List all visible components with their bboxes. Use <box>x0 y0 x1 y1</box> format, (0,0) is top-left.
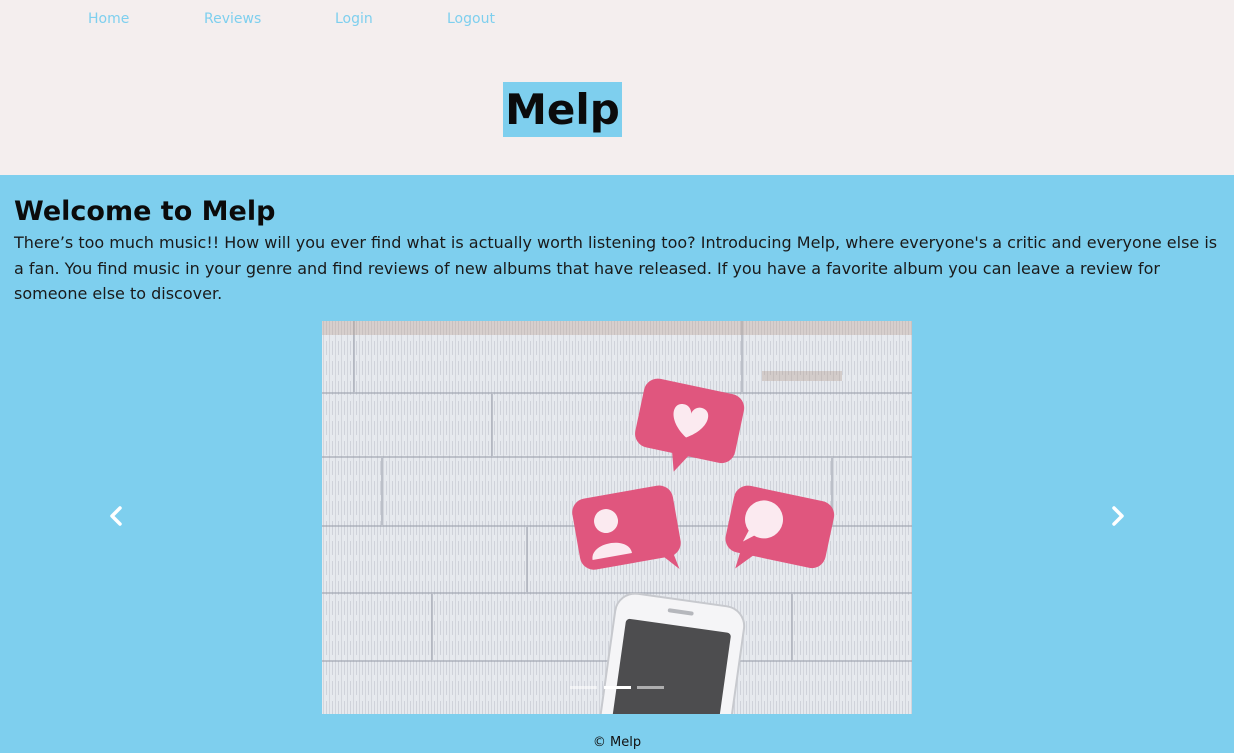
carousel-indicator-1[interactable] <box>570 686 597 689</box>
carousel-prev-button[interactable] <box>101 501 131 531</box>
nav-link-reviews[interactable]: Reviews <box>204 11 261 27</box>
chevron-left-icon <box>110 506 122 526</box>
site-title: Melp <box>503 82 622 137</box>
social-likes-photo <box>322 321 912 714</box>
intro-paragraph: There’s too much music!! How will you ev… <box>14 233 1218 303</box>
carousel-indicator-3[interactable] <box>637 686 664 689</box>
chevron-right-icon <box>1112 506 1124 526</box>
nav-link-home[interactable]: Home <box>88 11 129 27</box>
carousel-indicator-2-active[interactable] <box>604 686 631 689</box>
footer-copyright: © Melp <box>592 735 642 750</box>
nav-link-logout[interactable]: Logout <box>447 11 495 27</box>
top-nav: Home Reviews Login Logout <box>0 0 1234 38</box>
carousel-slide-image <box>322 321 912 714</box>
carousel-indicators <box>570 686 666 692</box>
header: Home Reviews Login Logout Melp <box>0 0 1234 175</box>
image-carousel <box>0 321 1234 714</box>
welcome-heading: Welcome to Melp <box>14 196 276 227</box>
main-content: Welcome to Melp There’s too much music!!… <box>0 175 1234 753</box>
carousel-next-button[interactable] <box>1103 501 1133 531</box>
nav-link-login[interactable]: Login <box>335 11 373 27</box>
